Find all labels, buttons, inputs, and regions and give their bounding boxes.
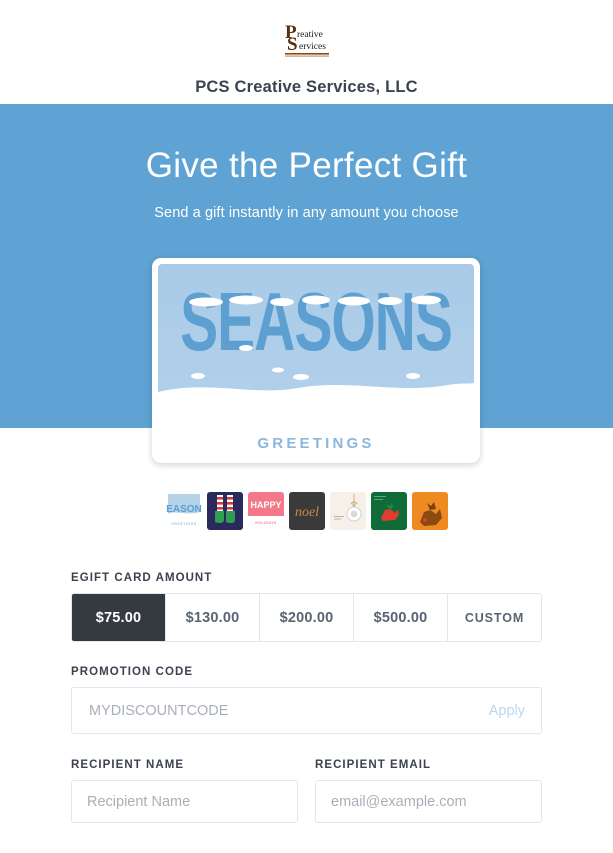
thumbnail-ornament[interactable] xyxy=(329,492,366,530)
svg-text:reative: reative xyxy=(297,30,323,40)
hero-title: Give the Perfect Gift xyxy=(145,146,468,185)
amount-option-200[interactable]: $200.00 xyxy=(260,594,354,641)
thumbnail-elf-boots[interactable] xyxy=(206,492,243,530)
promotion-code-row: Apply xyxy=(71,687,542,734)
thumbnail-orange-reindeer[interactable] xyxy=(411,492,448,530)
amount-option-75[interactable]: $75.00 xyxy=(72,594,166,641)
gift-card-carousel: SEASONS GREETINGS xyxy=(0,258,613,653)
recipient-email-field: RECIPIENT EMAIL xyxy=(315,759,542,823)
orange-reindeer-thumb-icon xyxy=(411,492,448,530)
apply-promotion-button[interactable]: Apply xyxy=(489,687,525,734)
design-thumbnail-strip: EASON GREETINGS HAPPY HOLIDAYS noel xyxy=(0,490,613,532)
gift-card-artwork: SEASONS xyxy=(158,264,474,418)
company-logo: P S reative ervices xyxy=(277,14,336,66)
svg-text:noel: noel xyxy=(294,505,318,520)
amount-option-500[interactable]: $500.00 xyxy=(354,594,448,641)
amount-label: EGIFT CARD AMOUNT xyxy=(71,572,213,584)
svg-text:HAPPY: HAPPY xyxy=(250,500,281,510)
amount-option-group: $75.00 $130.00 $200.00 $500.00 CUSTOM xyxy=(71,593,542,642)
thumbnail-happy-holidays[interactable]: HAPPY HOLIDAYS xyxy=(247,492,284,530)
brand-header: P S reative ervices PCS Creative Service… xyxy=(0,0,613,97)
happy-holidays-thumb-icon: HAPPY HOLIDAYS xyxy=(247,492,284,530)
thumbnail-green-reindeer[interactable] xyxy=(370,492,407,530)
green-reindeer-thumb-icon xyxy=(370,492,407,530)
recipient-email-label: RECIPIENT EMAIL xyxy=(315,759,432,771)
svg-text:S: S xyxy=(287,34,298,55)
recipient-name-field: RECIPIENT NAME xyxy=(71,759,298,823)
gift-card-form: EGIFT CARD AMOUNT $75.00 $130.00 $200.00… xyxy=(71,572,542,823)
recipient-fields-row: RECIPIENT NAME RECIPIENT EMAIL xyxy=(71,759,542,823)
svg-text:ervices: ervices xyxy=(299,42,326,52)
promotion-code-input[interactable] xyxy=(71,687,542,734)
hero-subtitle: Send a gift instantly in any amount you … xyxy=(154,205,459,221)
recipient-name-input[interactable] xyxy=(71,780,298,823)
svg-text:HOLIDAYS: HOLIDAYS xyxy=(255,521,276,525)
amount-option-custom[interactable]: CUSTOM xyxy=(448,594,541,641)
logo-icon: P S reative ervices xyxy=(284,22,329,57)
card-caption: GREETINGS xyxy=(257,435,375,452)
noel-script-thumb-icon: noel xyxy=(288,492,325,530)
elf-boots-thumb-icon xyxy=(206,492,243,530)
thumbnail-seasons-greetings[interactable]: EASON GREETINGS xyxy=(163,490,204,532)
seasons-greetings-thumb-icon: EASON GREETINGS xyxy=(165,492,202,530)
recipient-email-input[interactable] xyxy=(315,780,542,823)
gift-card-page: P S reative ervices PCS Creative Service… xyxy=(0,0,613,853)
promotion-code-label: PROMOTION CODE xyxy=(71,666,194,678)
page-title: PCS Creative Services, LLC xyxy=(195,78,418,96)
ornament-thumb-icon xyxy=(329,492,366,530)
thumbnail-noel-script[interactable]: noel xyxy=(288,492,325,530)
recipient-name-label: RECIPIENT NAME xyxy=(71,759,185,771)
amount-option-130[interactable]: $130.00 xyxy=(166,594,260,641)
snow-caps-icon xyxy=(189,295,441,380)
gift-card-preview[interactable]: SEASONS GREETINGS xyxy=(152,258,480,463)
svg-text:GREETINGS: GREETINGS xyxy=(171,522,197,526)
